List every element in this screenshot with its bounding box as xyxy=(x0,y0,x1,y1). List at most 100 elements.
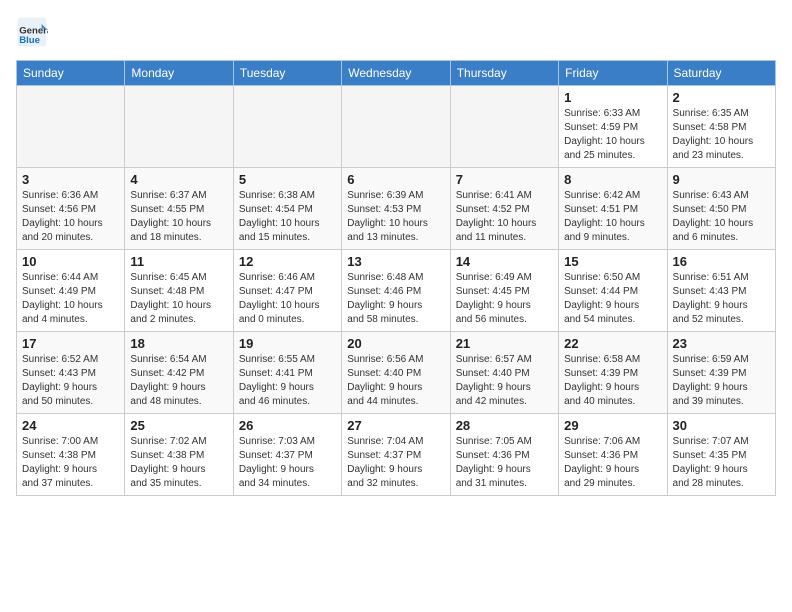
day-info: Sunrise: 6:49 AM Sunset: 4:45 PM Dayligh… xyxy=(456,271,553,327)
day-number: 27 xyxy=(347,418,444,433)
calendar-day-cell xyxy=(342,86,450,168)
day-number: 1 xyxy=(564,90,661,105)
calendar-day-cell: 22Sunrise: 6:58 AM Sunset: 4:39 PM Dayli… xyxy=(559,332,667,414)
day-info: Sunrise: 7:00 AM Sunset: 4:38 PM Dayligh… xyxy=(22,435,119,491)
day-number: 28 xyxy=(456,418,553,433)
day-info: Sunrise: 6:59 AM Sunset: 4:39 PM Dayligh… xyxy=(673,353,770,409)
day-number: 25 xyxy=(130,418,227,433)
day-info: Sunrise: 6:44 AM Sunset: 4:49 PM Dayligh… xyxy=(22,271,119,327)
day-info: Sunrise: 6:48 AM Sunset: 4:46 PM Dayligh… xyxy=(347,271,444,327)
calendar-day-cell: 15 Sunrise: 6:50 AM Sunset: 4:44 PM Dayli… xyxy=(559,250,667,332)
day-info: Sunrise: 6:33 AM Sunset: 4:59 PM Dayligh… xyxy=(564,107,661,163)
day-info: Sunrise: 6:50 AM Sunset: 4:44 PM Dayligh… xyxy=(564,271,661,327)
calendar-day-cell xyxy=(233,86,341,168)
calendar-day-cell: 17 Sunrise: 6:52 AM Sunset: 4:43 PM Dayli… xyxy=(17,332,125,414)
day-info: Sunrise: 6:39 AM Sunset: 4:53 PM Dayligh… xyxy=(347,189,444,245)
calendar-day-cell: 10 Sunrise: 6:44 AM Sunset: 4:49 PM Dayli… xyxy=(17,250,125,332)
calendar-table: SundayMondayTuesdayWednesdayThursdayFrid… xyxy=(16,60,776,496)
calendar-week-row: 1 Sunrise: 6:33 AM Sunset: 4:59 PM Daylig… xyxy=(17,86,776,168)
calendar-day-cell: 27Sunrise: 7:04 AM Sunset: 4:37 PM Dayli… xyxy=(342,414,450,496)
calendar-day-cell: 9 Sunrise: 6:43 AM Sunset: 4:50 PM Daylig… xyxy=(667,168,775,250)
day-number: 19 xyxy=(239,336,336,351)
day-info: Sunrise: 6:54 AM Sunset: 4:42 PM Dayligh… xyxy=(130,353,227,409)
day-info: Sunrise: 6:51 AM Sunset: 4:43 PM Dayligh… xyxy=(673,271,770,327)
day-number: 21 xyxy=(456,336,553,351)
calendar-day-cell: 18 Sunrise: 6:54 AM Sunset: 4:42 PM Dayli… xyxy=(125,332,233,414)
calendar-day-cell: 11 Sunrise: 6:45 AM Sunset: 4:48 PM Dayli… xyxy=(125,250,233,332)
day-number: 10 xyxy=(22,254,119,269)
page-header: General Blue xyxy=(16,16,776,48)
calendar-day-cell: 25 Sunrise: 7:02 AM Sunset: 4:38 PM Dayli… xyxy=(125,414,233,496)
day-info: Sunrise: 6:55 AM Sunset: 4:41 PM Dayligh… xyxy=(239,353,336,409)
calendar-week-row: 10 Sunrise: 6:44 AM Sunset: 4:49 PM Dayli… xyxy=(17,250,776,332)
day-number: 30 xyxy=(673,418,770,433)
calendar-day-cell: 28 Sunrise: 7:05 AM Sunset: 4:36 PM Dayli… xyxy=(450,414,558,496)
day-info: Sunrise: 6:38 AM Sunset: 4:54 PM Dayligh… xyxy=(239,189,336,245)
calendar-day-cell: 4Sunrise: 6:37 AM Sunset: 4:55 PM Daylig… xyxy=(125,168,233,250)
day-number: 16 xyxy=(673,254,770,269)
day-info: Sunrise: 7:05 AM Sunset: 4:36 PM Dayligh… xyxy=(456,435,553,491)
day-info: Sunrise: 6:52 AM Sunset: 4:43 PM Dayligh… xyxy=(22,353,119,409)
day-number: 5 xyxy=(239,172,336,187)
day-info: Sunrise: 6:45 AM Sunset: 4:48 PM Dayligh… xyxy=(130,271,227,327)
day-number: 11 xyxy=(130,254,227,269)
day-number: 20 xyxy=(347,336,444,351)
day-number: 7 xyxy=(456,172,553,187)
day-info: Sunrise: 6:56 AM Sunset: 4:40 PM Dayligh… xyxy=(347,353,444,409)
day-info: Sunrise: 6:46 AM Sunset: 4:47 PM Dayligh… xyxy=(239,271,336,327)
calendar-day-cell: 8 Sunrise: 6:42 AM Sunset: 4:51 PM Daylig… xyxy=(559,168,667,250)
calendar-body: 1 Sunrise: 6:33 AM Sunset: 4:59 PM Daylig… xyxy=(17,86,776,496)
calendar-day-cell xyxy=(450,86,558,168)
weekday-header-cell: Sunday xyxy=(17,61,125,86)
logo-icon: General Blue xyxy=(16,16,48,48)
day-number: 13 xyxy=(347,254,444,269)
day-number: 24 xyxy=(22,418,119,433)
day-info: Sunrise: 7:07 AM Sunset: 4:35 PM Dayligh… xyxy=(673,435,770,491)
calendar-day-cell: 21 Sunrise: 6:57 AM Sunset: 4:40 PM Dayli… xyxy=(450,332,558,414)
calendar-day-cell: 26 Sunrise: 7:03 AM Sunset: 4:37 PM Dayli… xyxy=(233,414,341,496)
day-number: 8 xyxy=(564,172,661,187)
weekday-header-cell: Thursday xyxy=(450,61,558,86)
calendar-day-cell: 13 Sunrise: 6:48 AM Sunset: 4:46 PM Dayli… xyxy=(342,250,450,332)
day-info: Sunrise: 7:06 AM Sunset: 4:36 PM Dayligh… xyxy=(564,435,661,491)
calendar-day-cell: 1 Sunrise: 6:33 AM Sunset: 4:59 PM Daylig… xyxy=(559,86,667,168)
calendar-day-cell: 12 Sunrise: 6:46 AM Sunset: 4:47 PM Dayli… xyxy=(233,250,341,332)
calendar-day-cell: 30 Sunrise: 7:07 AM Sunset: 4:35 PM Dayli… xyxy=(667,414,775,496)
day-info: Sunrise: 6:36 AM Sunset: 4:56 PM Dayligh… xyxy=(22,189,119,245)
day-number: 14 xyxy=(456,254,553,269)
day-info: Sunrise: 6:43 AM Sunset: 4:50 PM Dayligh… xyxy=(673,189,770,245)
calendar-day-cell: 2Sunrise: 6:35 AM Sunset: 4:58 PM Daylig… xyxy=(667,86,775,168)
svg-text:Blue: Blue xyxy=(19,35,40,46)
calendar-day-cell xyxy=(125,86,233,168)
day-info: Sunrise: 6:42 AM Sunset: 4:51 PM Dayligh… xyxy=(564,189,661,245)
day-info: Sunrise: 6:58 AM Sunset: 4:39 PM Dayligh… xyxy=(564,353,661,409)
weekday-header-cell: Friday xyxy=(559,61,667,86)
calendar-day-cell: 3 Sunrise: 6:36 AM Sunset: 4:56 PM Daylig… xyxy=(17,168,125,250)
calendar-week-row: 17 Sunrise: 6:52 AM Sunset: 4:43 PM Dayli… xyxy=(17,332,776,414)
day-number: 4 xyxy=(130,172,227,187)
weekday-header-cell: Wednesday xyxy=(342,61,450,86)
calendar-day-cell: 6Sunrise: 6:39 AM Sunset: 4:53 PM Daylig… xyxy=(342,168,450,250)
weekday-header-cell: Tuesday xyxy=(233,61,341,86)
day-number: 2 xyxy=(673,90,770,105)
weekday-header-cell: Saturday xyxy=(667,61,775,86)
calendar-day-cell: 23 Sunrise: 6:59 AM Sunset: 4:39 PM Dayli… xyxy=(667,332,775,414)
day-info: Sunrise: 6:57 AM Sunset: 4:40 PM Dayligh… xyxy=(456,353,553,409)
calendar-day-cell xyxy=(17,86,125,168)
day-info: Sunrise: 7:02 AM Sunset: 4:38 PM Dayligh… xyxy=(130,435,227,491)
day-number: 9 xyxy=(673,172,770,187)
day-number: 17 xyxy=(22,336,119,351)
calendar-day-cell: 14 Sunrise: 6:49 AM Sunset: 4:45 PM Dayli… xyxy=(450,250,558,332)
logo: General Blue xyxy=(16,16,52,48)
day-number: 18 xyxy=(130,336,227,351)
day-number: 15 xyxy=(564,254,661,269)
day-info: Sunrise: 7:03 AM Sunset: 4:37 PM Dayligh… xyxy=(239,435,336,491)
calendar-day-cell: 16 Sunrise: 6:51 AM Sunset: 4:43 PM Dayli… xyxy=(667,250,775,332)
day-number: 26 xyxy=(239,418,336,433)
day-number: 12 xyxy=(239,254,336,269)
day-number: 23 xyxy=(673,336,770,351)
calendar-day-cell: 5 Sunrise: 6:38 AM Sunset: 4:54 PM Daylig… xyxy=(233,168,341,250)
day-info: Sunrise: 6:41 AM Sunset: 4:52 PM Dayligh… xyxy=(456,189,553,245)
calendar-week-row: 3 Sunrise: 6:36 AM Sunset: 4:56 PM Daylig… xyxy=(17,168,776,250)
day-number: 3 xyxy=(22,172,119,187)
